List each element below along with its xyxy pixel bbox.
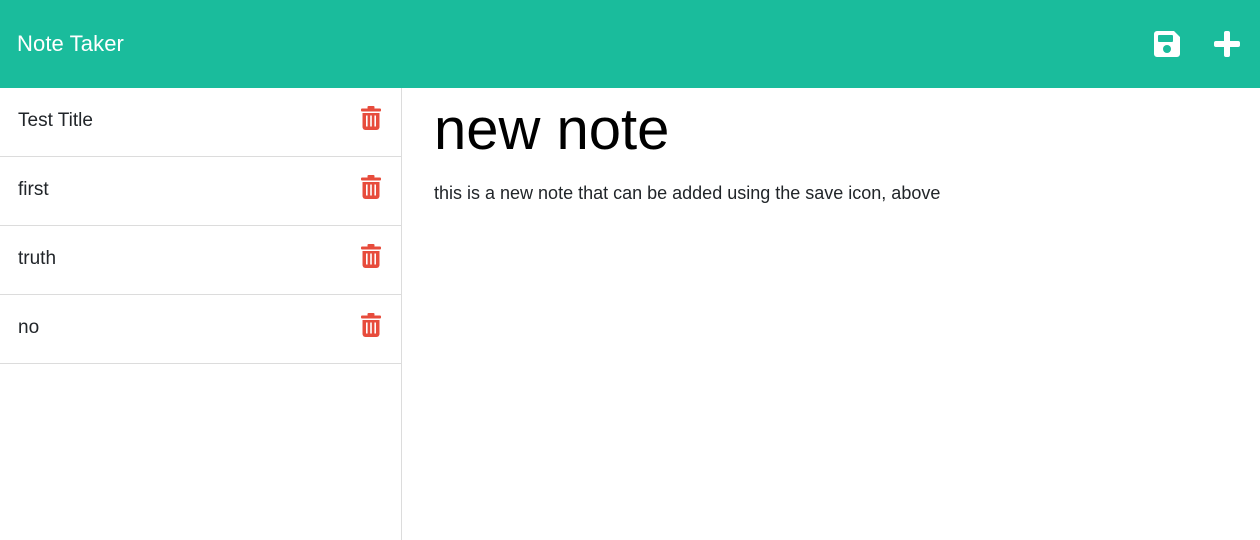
list-item-title: truth <box>18 248 57 269</box>
trash-icon[interactable] <box>361 106 381 130</box>
list-item-title: Test Title <box>18 110 93 131</box>
trash-icon[interactable] <box>361 244 381 268</box>
note-text-area[interactable]: this is a new note that can be added usi… <box>434 182 1234 204</box>
list-item-title: first <box>18 179 49 200</box>
trash-icon[interactable] <box>361 313 381 337</box>
list-item[interactable]: first <box>0 157 401 226</box>
plus-icon[interactable] <box>1211 28 1243 60</box>
trash-icon[interactable] <box>361 175 381 199</box>
save-icon[interactable] <box>1151 28 1183 60</box>
list-item[interactable]: Test Title <box>0 88 401 157</box>
list-item[interactable]: no <box>0 295 401 364</box>
nav-icons <box>1151 28 1243 60</box>
brand-title[interactable]: Note Taker <box>17 31 124 57</box>
list-item-title: no <box>18 317 40 338</box>
list-item[interactable]: truth <box>0 226 401 295</box>
navbar: Note Taker <box>0 0 1260 88</box>
note-title-input[interactable]: new note <box>434 98 1234 162</box>
note-editor: new note this is a new note that can be … <box>434 88 1234 204</box>
note-list: Test Title first truth no <box>0 88 402 540</box>
